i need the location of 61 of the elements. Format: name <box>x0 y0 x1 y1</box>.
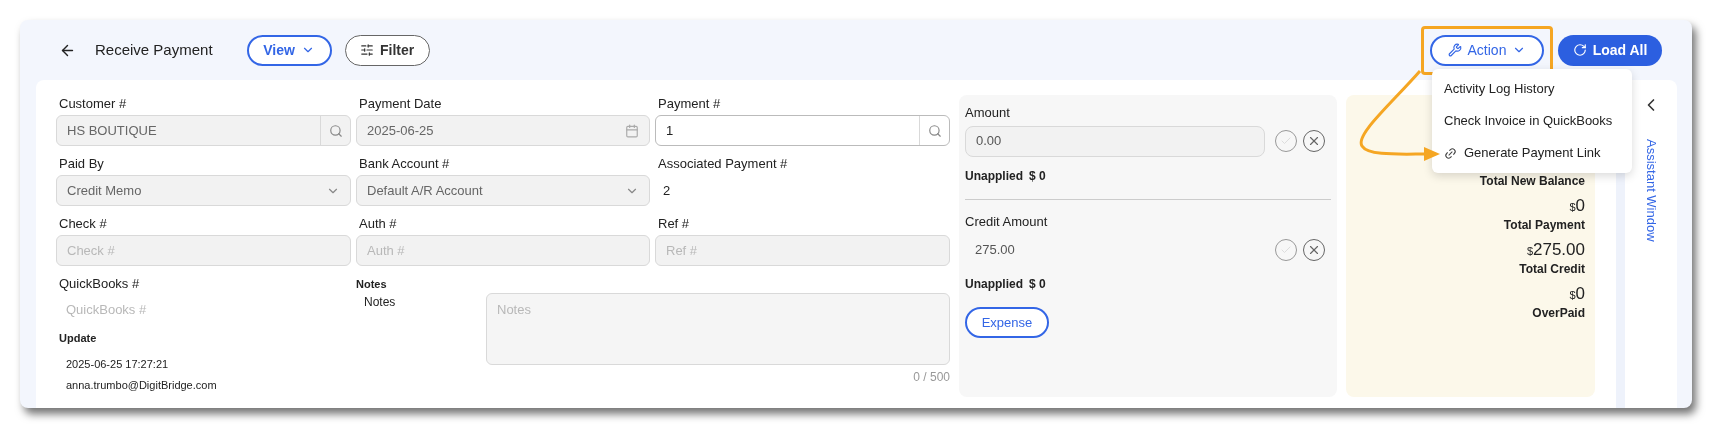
field-placeholder: Ref # <box>665 241 699 260</box>
load-all-button[interactable]: Load All <box>1558 34 1662 66</box>
field-label: Check # <box>58 215 108 233</box>
currency-symbol: $ <box>1526 245 1533 259</box>
update-user: anna.trumbo@DigitBridge.com <box>65 377 218 393</box>
unapplied-value: $ 0 <box>1029 167 1046 185</box>
calendar-icon <box>625 123 639 138</box>
field-value: Credit Memo <box>66 181 143 200</box>
summary-value: 0 <box>1575 285 1585 303</box>
field-value: Default A/R Account <box>366 181 484 200</box>
field-label: Paid By <box>58 155 105 173</box>
field-label: Auth # <box>358 215 398 233</box>
unapplied-label: Unapplied <box>965 276 1023 293</box>
update-time: 2025-06-25 17:27:21 <box>65 357 170 372</box>
summary-label: Total Credit <box>1519 261 1585 278</box>
field-label: QuickBooks # <box>58 275 141 293</box>
field-value: 2 <box>662 181 672 200</box>
menu-item[interactable]: Activity Log History <box>1432 73 1632 105</box>
field-label: Payment Date <box>358 95 443 113</box>
character-counter: 0 / 500 <box>913 369 950 386</box>
field-label: Ref # <box>657 215 691 233</box>
field-label: Bank Account # <box>358 155 451 173</box>
sliders-icon <box>359 43 374 57</box>
currency-symbol: $ <box>1569 289 1576 303</box>
currency-symbol: $ <box>1569 201 1576 215</box>
filter-button[interactable]: Filter <box>344 34 430 66</box>
wrench-icon <box>1447 43 1462 57</box>
summary-label: Total New Balance <box>1479 173 1585 190</box>
view-button[interactable]: View <box>246 34 332 66</box>
amount-field[interactable]: 0.00 <box>965 125 1265 157</box>
action-button[interactable]: Action <box>1430 34 1544 66</box>
menu-item[interactable]: Generate Payment Link <box>1432 137 1632 169</box>
page-title: Receive Payment <box>95 39 213 60</box>
summary-value: 275.00 <box>1533 241 1585 259</box>
update-label: Update <box>58 330 98 346</box>
field-placeholder: Check # <box>66 241 116 260</box>
search-icon[interactable] <box>927 123 942 138</box>
summary-label: Total Payment <box>1503 217 1585 234</box>
field-value: 1 <box>665 121 675 140</box>
field-value: HS BOUTIQUE <box>66 121 158 140</box>
field-value: 2025-06-25 <box>366 121 435 140</box>
summary-label: OverPaid <box>1532 305 1585 322</box>
summary-value: 0 <box>1575 197 1585 215</box>
field-label: Payment # <box>657 95 722 113</box>
refresh-icon <box>1572 43 1587 57</box>
expense-button[interactable]: Expense <box>965 307 1049 338</box>
search-field[interactable]: 1 <box>655 115 950 146</box>
notes-label: Notes <box>356 277 388 292</box>
notes-sublabel: Notes <box>363 294 397 311</box>
menu-item[interactable]: Check Invoice in QuickBooks <box>1432 105 1632 137</box>
check-icon <box>1280 135 1292 147</box>
amount-field[interactable]: 275.00 <box>965 234 1265 265</box>
close-icon <box>1307 134 1321 148</box>
field-label: Customer # <box>58 95 128 113</box>
field-label: Associated Payment # <box>657 155 789 173</box>
amount-label: Amount <box>965 104 1011 122</box>
field-placeholder: Auth # <box>366 241 406 260</box>
unapplied-label: Unapplied <box>965 167 1023 185</box>
amount-label: Credit Amount <box>965 212 1049 231</box>
assistant-window-tab[interactable]: Assistant Window <box>1641 139 1661 242</box>
unapplied-value: $ 0 <box>1029 276 1046 293</box>
